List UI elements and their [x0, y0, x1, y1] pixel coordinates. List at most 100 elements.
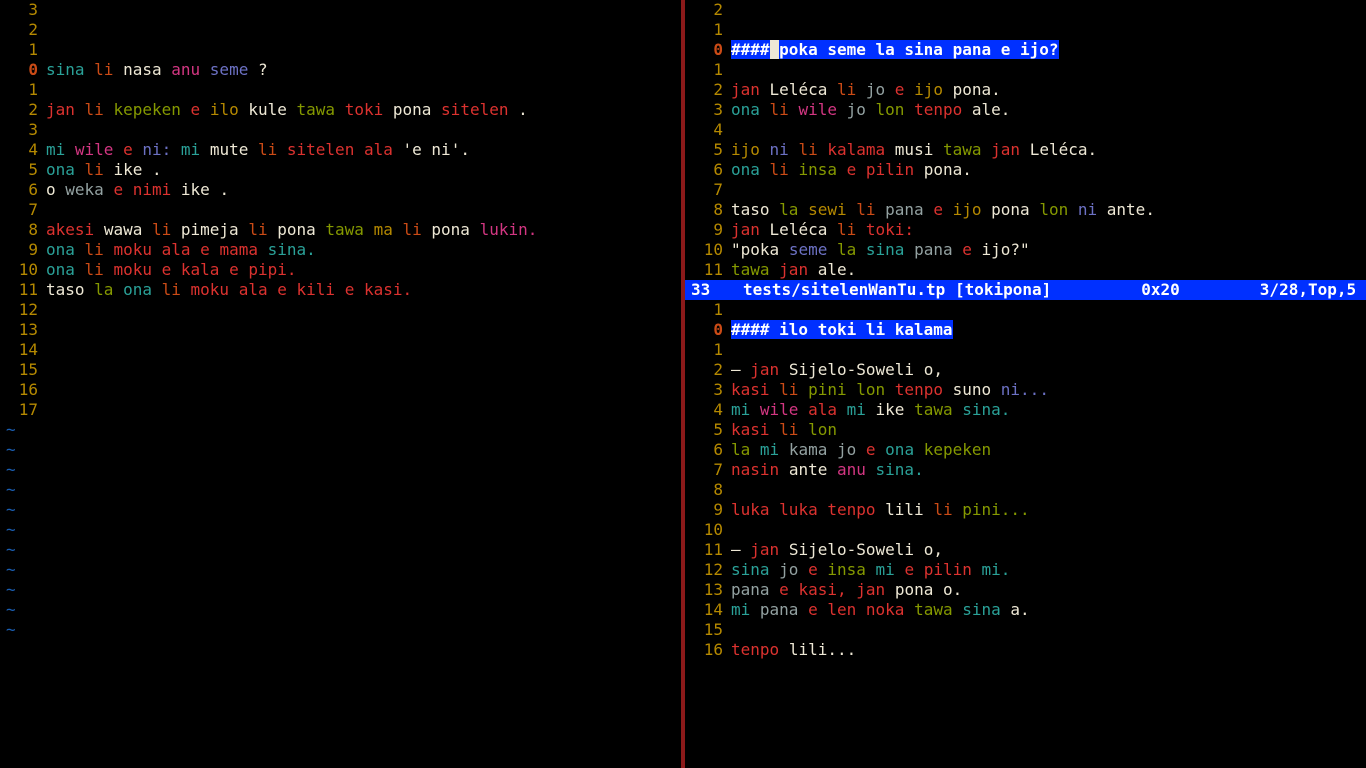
code-line[interactable]: 6ona li insa e pilin pona. [685, 160, 1366, 180]
line-content[interactable]: luka luka tenpo lili li pini... [731, 500, 1366, 520]
line-content[interactable] [46, 20, 681, 40]
code-line[interactable]: 1 [0, 40, 681, 60]
line-content[interactable]: la mi kama jo e ona kepeken [731, 440, 1366, 460]
line-content[interactable]: mi wile e ni: mi mute li sitelen ala 'e … [46, 140, 681, 160]
line-content[interactable] [731, 520, 1366, 540]
line-content[interactable] [46, 200, 681, 220]
pane-right[interactable]: 210#### poka seme la sina pana e ijo?12j… [685, 0, 1366, 768]
line-content[interactable]: ona li ike . [46, 160, 681, 180]
line-content[interactable]: kasi li pini lon tenpo suno ni... [731, 380, 1366, 400]
code-line[interactable]: 3 [0, 0, 681, 20]
line-content[interactable] [46, 400, 681, 420]
line-content[interactable] [46, 80, 681, 100]
code-line[interactable]: 9jan Leléca li toki: [685, 220, 1366, 240]
line-content[interactable] [731, 340, 1366, 360]
code-line[interactable]: 12sina jo e insa mi e pilin mi. [685, 560, 1366, 580]
line-content[interactable] [46, 40, 681, 60]
code-line[interactable]: 11– jan Sijelo-Soweli o, [685, 540, 1366, 560]
code-line[interactable]: 1 [685, 340, 1366, 360]
line-content[interactable] [731, 60, 1366, 80]
line-content[interactable] [731, 300, 1366, 320]
line-content[interactable]: ona li wile jo lon tenpo ale. [731, 100, 1366, 120]
code-line[interactable]: 15 [685, 620, 1366, 640]
code-line[interactable]: 2jan li kepeken e ilo kule tawa toki pon… [0, 100, 681, 120]
line-content[interactable]: tenpo lili... [731, 640, 1366, 660]
code-line[interactable]: 12 [0, 300, 681, 320]
code-line[interactable]: 7 [685, 180, 1366, 200]
line-content[interactable]: #### ilo toki li kalama [731, 320, 1366, 340]
line-content[interactable]: sina li nasa anu seme ? [46, 60, 681, 80]
code-line[interactable]: 5ijo ni li kalama musi tawa jan Leléca. [685, 140, 1366, 160]
line-content[interactable]: mi pana e len noka tawa sina a. [731, 600, 1366, 620]
code-line[interactable]: 17 [0, 400, 681, 420]
right-bottom-buffer[interactable]: 10#### ilo toki li kalama12– jan Sijelo-… [685, 300, 1366, 660]
code-line[interactable]: 0#### poka seme la sina pana e ijo? [685, 40, 1366, 60]
code-line[interactable]: 8akesi wawa li pimeja li pona tawa ma li… [0, 220, 681, 240]
code-line[interactable]: 1 [0, 80, 681, 100]
code-line[interactable]: 8taso la sewi li pana e ijo pona lon ni … [685, 200, 1366, 220]
line-content[interactable]: taso la sewi li pana e ijo pona lon ni a… [731, 200, 1366, 220]
line-content[interactable]: #### poka seme la sina pana e ijo? [731, 40, 1366, 60]
code-line[interactable]: 2– jan Sijelo-Soweli o, [685, 360, 1366, 380]
line-content[interactable] [46, 320, 681, 340]
code-line[interactable]: 8 [685, 480, 1366, 500]
line-content[interactable] [46, 120, 681, 140]
line-content[interactable]: – jan Sijelo-Soweli o, [731, 360, 1366, 380]
code-line[interactable]: 13 [0, 320, 681, 340]
code-line[interactable]: 11tawa jan ale. [685, 260, 1366, 280]
right-top-buffer[interactable]: 210#### poka seme la sina pana e ijo?12j… [685, 0, 1366, 280]
code-line[interactable]: 3kasi li pini lon tenpo suno ni... [685, 380, 1366, 400]
code-line[interactable]: 5ona li ike . [0, 160, 681, 180]
code-line[interactable]: 7nasin ante anu sina. [685, 460, 1366, 480]
line-content[interactable] [731, 480, 1366, 500]
line-content[interactable] [46, 360, 681, 380]
code-line[interactable]: 16 [0, 380, 681, 400]
line-content[interactable]: jan li kepeken e ilo kule tawa toki pona… [46, 100, 681, 120]
line-content[interactable] [46, 380, 681, 400]
code-line[interactable]: 11taso la ona li moku ala e kili e kasi. [0, 280, 681, 300]
code-line[interactable]: 2jan Leléca li jo e ijo pona. [685, 80, 1366, 100]
line-content[interactable]: tawa jan ale. [731, 260, 1366, 280]
line-content[interactable] [46, 300, 681, 320]
code-line[interactable]: 4mi wile ala mi ike tawa sina. [685, 400, 1366, 420]
code-line[interactable]: 16tenpo lili... [685, 640, 1366, 660]
line-content[interactable]: ijo ni li kalama musi tawa jan Leléca. [731, 140, 1366, 160]
code-line[interactable]: 10ona li moku e kala e pipi. [0, 260, 681, 280]
code-line[interactable]: 10 [685, 520, 1366, 540]
line-content[interactable] [731, 120, 1366, 140]
code-line[interactable]: 5kasi li lon [685, 420, 1366, 440]
left-buffer[interactable]: 3210sina li nasa anu seme ?12jan li kepe… [0, 0, 681, 420]
code-line[interactable]: 10"poka seme la sina pana e ijo?" [685, 240, 1366, 260]
line-content[interactable] [46, 0, 681, 20]
line-content[interactable]: ona li moku ala e mama sina. [46, 240, 681, 260]
code-line[interactable]: 1 [685, 60, 1366, 80]
code-line[interactable]: 3ona li wile jo lon tenpo ale. [685, 100, 1366, 120]
code-line[interactable]: 7 [0, 200, 681, 220]
code-line[interactable]: 13pana e kasi, jan pona o. [685, 580, 1366, 600]
code-line[interactable]: 9luka luka tenpo lili li pini... [685, 500, 1366, 520]
line-content[interactable]: jan Leléca li toki: [731, 220, 1366, 240]
line-content[interactable]: nasin ante anu sina. [731, 460, 1366, 480]
pane-left[interactable]: 3210sina li nasa anu seme ?12jan li kepe… [0, 0, 685, 768]
code-line[interactable]: 6la mi kama jo e ona kepeken [685, 440, 1366, 460]
line-content[interactable]: pana e kasi, jan pona o. [731, 580, 1366, 600]
line-content[interactable]: taso la ona li moku ala e kili e kasi. [46, 280, 681, 300]
line-content[interactable] [731, 20, 1366, 40]
code-line[interactable]: 0#### ilo toki li kalama [685, 320, 1366, 340]
code-line[interactable]: 3 [0, 120, 681, 140]
line-content[interactable] [731, 180, 1366, 200]
code-line[interactable]: 14 [0, 340, 681, 360]
line-content[interactable]: kasi li lon [731, 420, 1366, 440]
line-content[interactable]: o weka e nimi ike . [46, 180, 681, 200]
code-line[interactable]: 4 [685, 120, 1366, 140]
line-content[interactable]: akesi wawa li pimeja li pona tawa ma li … [46, 220, 681, 240]
line-content[interactable] [731, 620, 1366, 640]
code-line[interactable]: 1 [685, 300, 1366, 320]
line-content[interactable] [46, 340, 681, 360]
code-line[interactable]: 2 [685, 0, 1366, 20]
code-line[interactable]: 4mi wile e ni: mi mute li sitelen ala 'e… [0, 140, 681, 160]
code-line[interactable]: 0sina li nasa anu seme ? [0, 60, 681, 80]
line-content[interactable] [731, 0, 1366, 20]
code-line[interactable]: 6o weka e nimi ike . [0, 180, 681, 200]
code-line[interactable]: 9ona li moku ala e mama sina. [0, 240, 681, 260]
